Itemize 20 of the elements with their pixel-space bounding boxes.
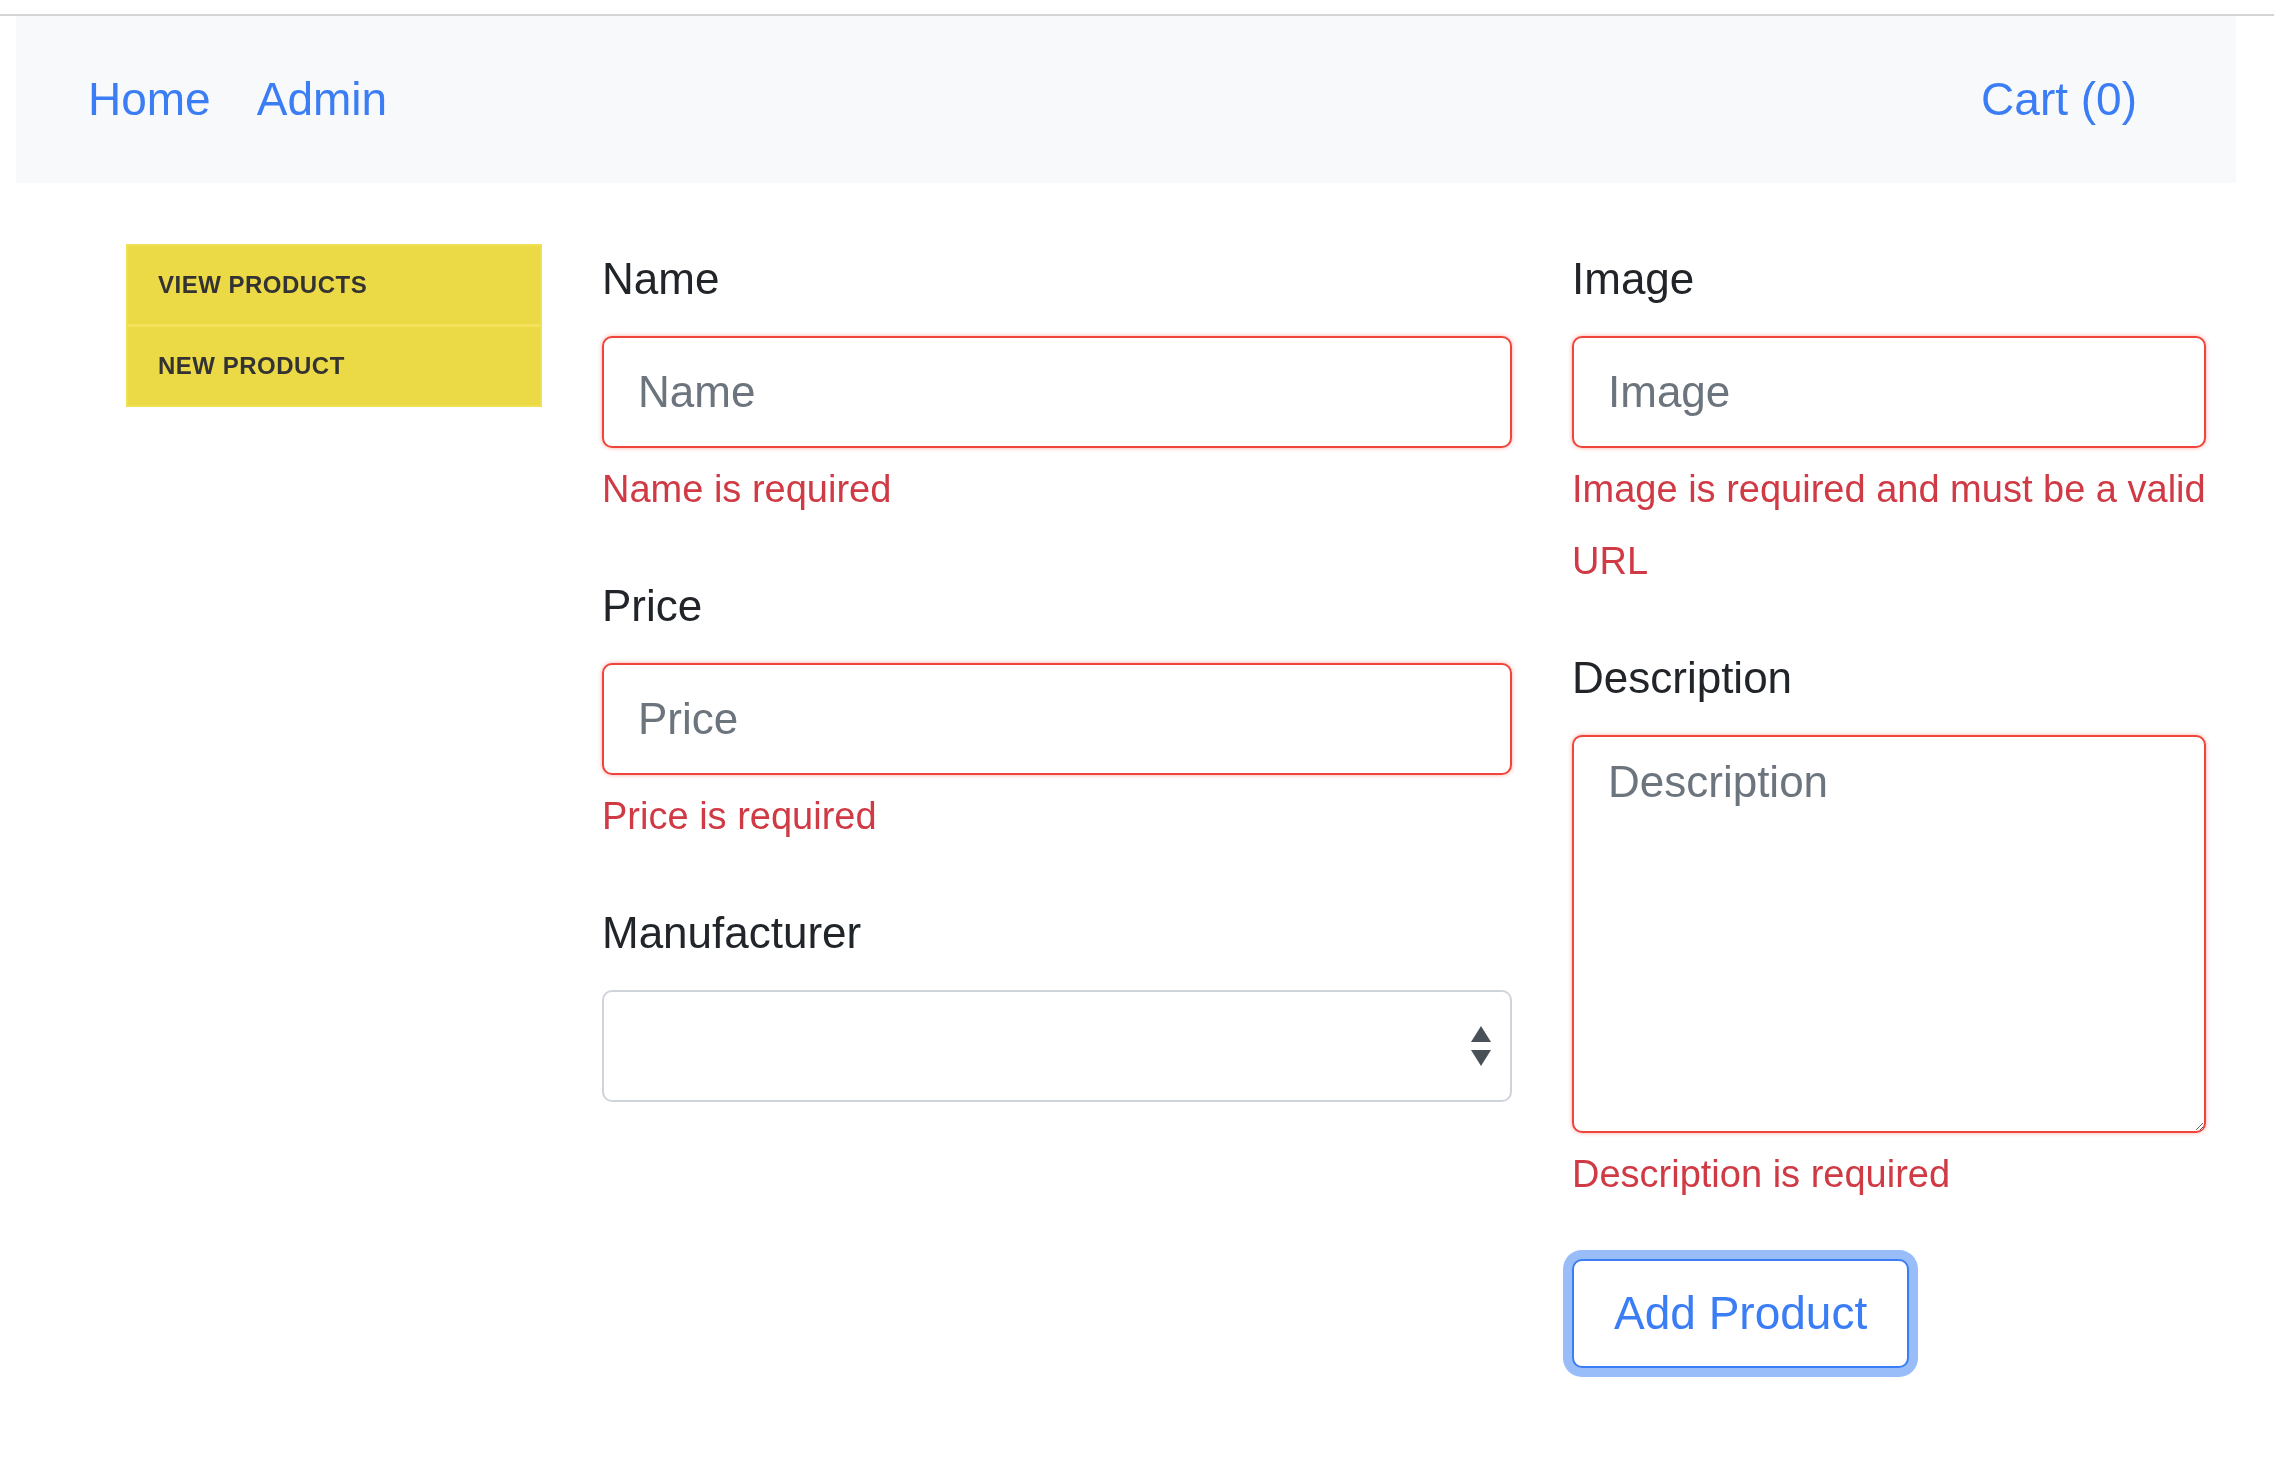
error-message: Price is required	[602, 794, 878, 839]
field-label: Manufacturer	[602, 907, 863, 959]
text-input[interactable]: Image	[1572, 336, 2206, 448]
field-label: Name	[602, 253, 721, 305]
text-input[interactable]: Name	[602, 336, 1512, 448]
text-input[interactable]: Price	[602, 663, 1512, 775]
nav-link[interactable]: Home	[65, 65, 234, 134]
field-label: Description	[1572, 652, 1794, 704]
field-label: Image	[1572, 253, 1696, 305]
error-message: Image is required and must be a valid URL	[1572, 467, 2206, 584]
sort-arrows-icon	[1470, 1024, 1492, 1068]
nav-link[interactable]: Admin	[233, 65, 411, 134]
sidebar-item[interactable]: NEW PRODUCT	[128, 324, 540, 405]
cart-link[interactable]: Cart (0)	[1958, 65, 2160, 134]
sidebar-item[interactable]: VIEW PRODUCTS	[128, 246, 540, 324]
field-label: Price	[602, 580, 704, 632]
select-dropdown[interactable]	[602, 990, 1512, 1102]
textarea-input[interactable]: Description	[1572, 735, 2206, 1133]
error-message: Description is required	[1572, 1152, 1952, 1197]
error-message: Name is required	[602, 467, 893, 512]
